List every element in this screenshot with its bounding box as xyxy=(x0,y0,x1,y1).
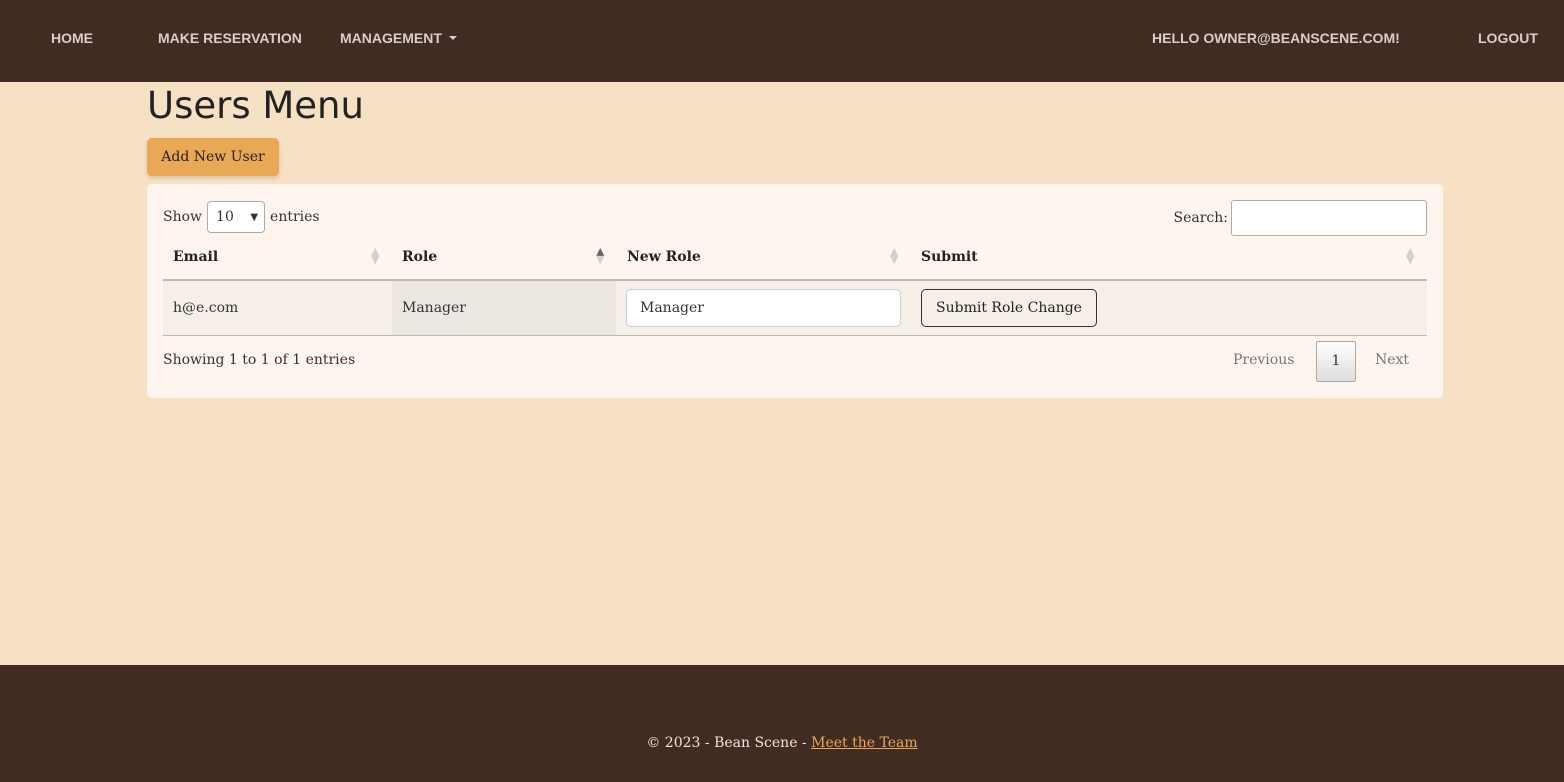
page-title: Users Menu xyxy=(147,84,364,127)
meet-the-team-link[interactable]: Meet the Team xyxy=(811,735,918,751)
sort-icon[interactable]: ▲ ▼ xyxy=(1406,246,1414,265)
nav-management-dropdown[interactable]: MANAGEMENT xyxy=(340,30,457,46)
page-length-value: 10 xyxy=(216,209,234,225)
entries-label: entries xyxy=(270,209,320,225)
add-new-user-button[interactable]: Add New User xyxy=(147,138,279,176)
search-input[interactable] xyxy=(1231,200,1427,236)
search-label: Search: xyxy=(1173,210,1229,226)
users-table-panel: Show 10 ▼ entries Search: Email ▲ ▼ Role ▲… xyxy=(147,184,1443,398)
page-length-select[interactable]: 10 ▼ xyxy=(207,201,266,233)
column-header-role[interactable]: Role xyxy=(402,249,437,265)
footer-copyright: © 2023 - Bean Scene - xyxy=(646,735,812,751)
show-label: Show xyxy=(163,209,203,225)
sort-icon[interactable]: ▲ ▼ xyxy=(371,246,379,265)
table-row: h@e.com Manager Manager Submit Role Chan… xyxy=(163,281,1427,336)
nav-greeting[interactable]: HELLO OWNER@BEANSCENE.COM! xyxy=(1152,30,1400,46)
role-cell: Manager xyxy=(402,300,466,316)
caret-down-icon xyxy=(448,36,457,40)
pagination-page-1[interactable]: 1 xyxy=(1316,341,1356,382)
column-header-email[interactable]: Email xyxy=(173,249,218,265)
pagination-next[interactable]: Next xyxy=(1375,352,1409,368)
search-control: Search: xyxy=(1173,200,1427,236)
nav-make-reservation[interactable]: MAKE RESERVATION xyxy=(158,30,302,46)
email-cell: h@e.com xyxy=(173,300,239,316)
footer: © 2023 - Bean Scene - Meet the Team xyxy=(0,665,1564,782)
submit-role-change-button[interactable]: Submit Role Change xyxy=(921,289,1097,327)
page-length-control: Show 10 ▼ entries xyxy=(163,201,320,233)
table-header: Email ▲ ▼ Role ▲ ▼ New Role ▲ ▼ Submit ▲ ▼ xyxy=(163,232,1427,281)
sort-asc-icon[interactable]: ▲ ▼ xyxy=(596,246,604,265)
nav-home[interactable]: HOME xyxy=(51,30,93,46)
column-header-new-role[interactable]: New Role xyxy=(627,249,701,265)
nav-management-label: MANAGEMENT xyxy=(340,30,442,46)
table-info: Showing 1 to 1 of 1 entries xyxy=(163,352,356,368)
pagination-previous[interactable]: Previous xyxy=(1233,352,1294,368)
new-role-input[interactable]: Manager xyxy=(626,289,901,327)
navbar: HOME MAKE RESERVATION MANAGEMENT HELLO O… xyxy=(0,0,1564,82)
nav-logout[interactable]: LOGOUT xyxy=(1478,30,1538,46)
sort-icon[interactable]: ▲ ▼ xyxy=(890,246,898,265)
chevron-down-icon: ▼ xyxy=(250,211,259,223)
column-header-submit[interactable]: Submit xyxy=(921,249,978,265)
